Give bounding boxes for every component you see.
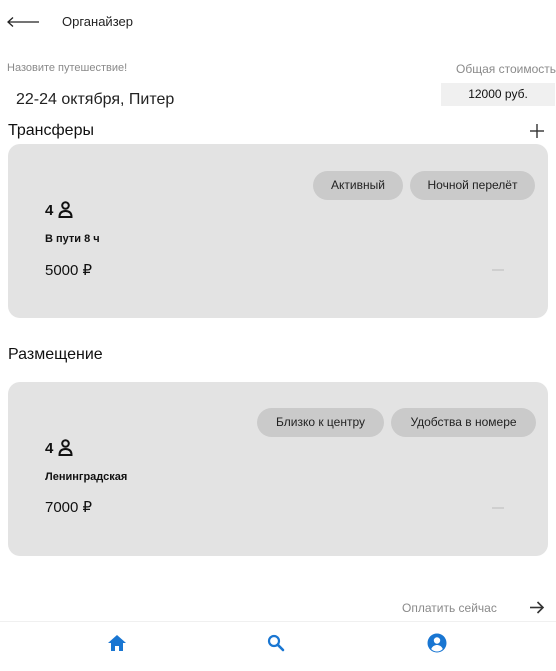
travel-duration: В пути 8 ч: [45, 233, 100, 245]
pay-now-link[interactable]: Оплатить сейчас: [402, 601, 497, 615]
trip-name-label: Назовите путешествие!: [7, 62, 128, 74]
minus-icon[interactable]: [492, 269, 504, 271]
guest-count: 4: [45, 440, 54, 457]
minus-icon[interactable]: [492, 507, 504, 509]
back-arrow-icon[interactable]: [6, 16, 40, 28]
arrow-right-icon[interactable]: [528, 599, 545, 616]
chip-night-flight[interactable]: Ночной перелёт: [410, 171, 535, 200]
search-icon[interactable]: [263, 630, 289, 656]
accommodation-price: 7000 ₽: [45, 499, 93, 516]
bottom-navigation: [0, 621, 556, 671]
total-cost-label: Общая стоимость: [456, 62, 556, 76]
total-cost-value: 12000 руб.: [441, 83, 555, 106]
chip-near-center[interactable]: Близко к центру: [257, 408, 384, 437]
home-icon[interactable]: [104, 630, 130, 656]
accommodation-title: Размещение: [8, 346, 103, 363]
accommodation-card[interactable]: Близко к центру Удобства в номере 4 Лени…: [8, 382, 548, 556]
transfers-title: Трансферы: [8, 122, 94, 139]
page-title: Органайзер: [62, 14, 133, 29]
person-icon: [58, 201, 73, 218]
top-app-bar: Органайзер: [0, 0, 556, 44]
chip-room-amenities[interactable]: Удобства в номере: [391, 408, 536, 437]
hotel-location: Ленинградская: [45, 471, 128, 483]
trip-name-input[interactable]: [8, 86, 388, 114]
account-circle-icon[interactable]: [424, 630, 450, 656]
chip-active[interactable]: Активный: [313, 171, 403, 200]
traveler-count: 4: [45, 202, 54, 219]
plus-icon[interactable]: [527, 121, 547, 141]
person-icon: [58, 439, 73, 456]
transfer-card[interactable]: Активный Ночной перелёт 4 В пути 8 ч 500…: [8, 144, 548, 318]
transfer-price: 5000 ₽: [45, 262, 93, 279]
